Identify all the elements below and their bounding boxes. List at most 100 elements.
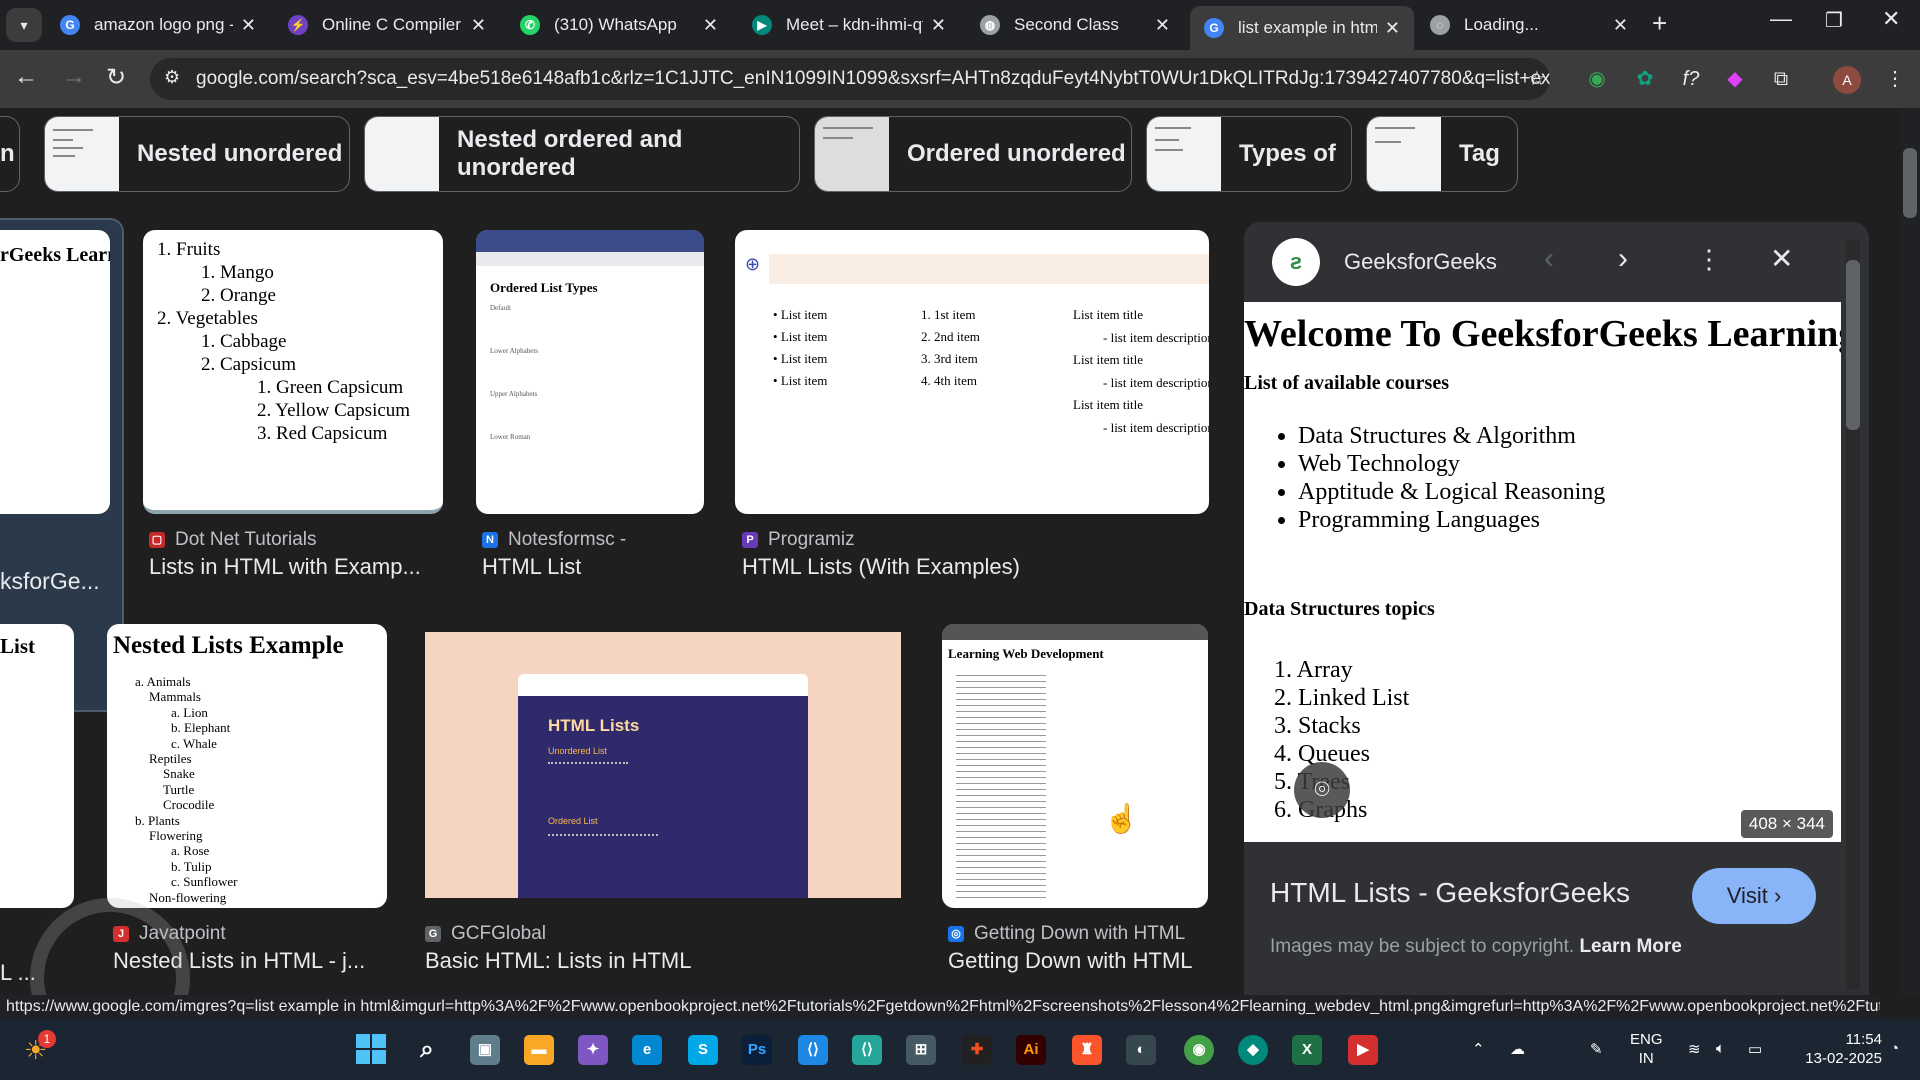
vscode-icon[interactable]: ⟨⟩ [798, 1035, 828, 1065]
reload-button[interactable]: ↻ [106, 63, 126, 92]
browser-tab[interactable]: ▶ Meet – kdn-ihmi-qtr ✕ [738, 6, 960, 44]
result-source[interactable]: N Notesformsc - [482, 529, 626, 551]
result-thumbnail-dotnet[interactable]: 1. Fruits 1. Mango 2. Orange 2. Vegetables 1… [143, 230, 443, 514]
result-thumbnail-geeksforgeeks[interactable]: rGeeks Learn [0, 230, 110, 514]
prev-image-icon[interactable]: ‹ [1544, 242, 1554, 276]
result-source[interactable]: G GCFGlobal [425, 923, 546, 945]
battery-icon[interactable]: ▭ [1748, 1040, 1762, 1058]
chip-nested-ordered-unordered[interactable]: Nested ordered and unordered [364, 116, 800, 192]
back-button[interactable]: ← [14, 63, 38, 91]
learn-more-link[interactable]: Learn More [1579, 936, 1681, 957]
result-thumbnail-partial[interactable]: List [0, 624, 74, 908]
browser-tab[interactable]: Glist example in html ✕ [1190, 6, 1414, 50]
excel-icon[interactable]: X [1292, 1035, 1322, 1065]
result-thumbnail-programiz[interactable]: ⊕ • List item • List item • List item • Lis… [735, 230, 1209, 514]
result-source[interactable]: ▢ Dot Net Tutorials [149, 529, 317, 551]
tab-close-icon[interactable]: ✕ [1155, 15, 1170, 36]
minimize-button[interactable]: — [1770, 6, 1792, 32]
result-thumbnail-gcfglobal[interactable]: HTML Lists Unordered List Ordered List [425, 632, 901, 898]
next-image-icon[interactable]: › [1618, 242, 1628, 276]
chip-partial[interactable]: n [0, 116, 20, 192]
edge-icon[interactable]: e [632, 1035, 662, 1065]
browser-tab[interactable]: ⚡ Online C Compiler - (✕ [274, 6, 500, 44]
panel-scrollbar[interactable] [1846, 240, 1860, 990]
chrome-icon[interactable]: ◉ [1184, 1035, 1214, 1065]
obs-icon[interactable]: ◐ [1126, 1035, 1156, 1065]
extension-eye-icon[interactable]: ◉ [1584, 66, 1610, 92]
menu-kebab-icon[interactable]: ⋮ [1882, 66, 1908, 92]
preview-image[interactable]: Welcome To GeeksforGeeks Learning List o… [1244, 302, 1841, 842]
wifi-icon[interactable]: ≋ [1688, 1040, 1701, 1058]
photoshop-icon[interactable]: Ps [742, 1035, 772, 1065]
chip-ordered-unordered[interactable]: Ordered unordered [814, 116, 1132, 192]
tab-close-icon[interactable]: ✕ [703, 15, 718, 36]
result-title[interactable]: Getting Down with HTML [948, 948, 1193, 974]
vpn-icon[interactable]: ◆ [1238, 1035, 1268, 1065]
result-thumbnail-notesformsc[interactable]: Ordered List Types Default Lower Alphabet… [476, 230, 704, 514]
restore-button[interactable]: ❐ [1825, 8, 1843, 33]
tab-close-icon[interactable]: ✕ [471, 15, 486, 36]
profile-avatar[interactable]: A [1833, 66, 1861, 94]
more-options-icon[interactable]: ⋮ [1696, 244, 1722, 275]
tab-close-icon[interactable]: ✕ [931, 15, 946, 36]
result-title[interactable]: HTML List [482, 554, 581, 580]
skype-icon[interactable]: S [688, 1035, 718, 1065]
panel-image-title[interactable]: HTML Lists - GeeksforGeeks [1270, 877, 1630, 909]
start-windows-icon[interactable] [356, 1034, 386, 1064]
extension-colorful-icon[interactable]: ◆ [1722, 66, 1748, 92]
extensions-puzzle-icon[interactable]: ⧉ [1768, 66, 1794, 92]
page-scrollbar[interactable] [1900, 108, 1920, 995]
result-source[interactable]: P Programiz [742, 529, 855, 551]
chip-nested-unordered[interactable]: Nested unordered [44, 116, 350, 192]
panel-header: ƨ GeeksforGeeks ‹ › ⋮ ✕ [1244, 222, 1869, 302]
list-line: a. Animals [135, 674, 191, 689]
onedrive-icon[interactable]: ☁ [1510, 1040, 1525, 1058]
tab-close-icon[interactable]: ✕ [1613, 15, 1628, 36]
browser-tab[interactable]: ◍ Second Class ✕ [966, 6, 1184, 44]
result-thumbnail-getting-down[interactable]: Learning Web Development [942, 624, 1208, 908]
dl-title: List item title [1073, 307, 1144, 322]
result-title[interactable]: Lists in HTML with Examp... [149, 554, 449, 580]
result-title[interactable]: HTML Lists (With Examples) [742, 554, 1020, 580]
browser-tab[interactable]: Gamazon logo png - G ✕ [46, 6, 270, 44]
recorder-icon[interactable]: ▶ [1348, 1035, 1378, 1065]
result-title[interactable]: ksforGe... [0, 568, 100, 595]
pen-icon[interactable]: ✎ [1590, 1040, 1603, 1058]
visit-button[interactable]: Visit › [1692, 868, 1816, 924]
search-icon[interactable]: ⌕ [412, 1035, 442, 1065]
extension-openai-icon[interactable]: ✿ [1632, 66, 1658, 92]
language-indicator[interactable]: ENG IN [1630, 1030, 1663, 1068]
close-panel-icon[interactable]: ✕ [1770, 242, 1793, 275]
task-view-icon[interactable]: ▣ [470, 1035, 500, 1065]
copilot-icon[interactable]: ✦ [578, 1035, 608, 1065]
brave-icon[interactable]: ♜ [1072, 1035, 1102, 1065]
address-bar[interactable]: ⚙ google.com/search?sca_esv=4be518e6148a… [150, 58, 1550, 100]
browser-tab[interactable]: ✆ (310) WhatsApp ✕ [506, 6, 732, 44]
illustrator-icon[interactable]: Ai [1016, 1035, 1046, 1065]
vscode-insiders-icon[interactable]: ⟨⟩ [852, 1035, 882, 1065]
result-title[interactable]: Basic HTML: Lists in HTML [425, 948, 692, 974]
tab-close-icon[interactable]: ✕ [241, 15, 256, 36]
result-source[interactable]: ◎ Getting Down with HTML [948, 923, 1185, 945]
lens-search-icon[interactable]: ⌾ [1294, 762, 1350, 818]
forward-button[interactable]: → [62, 63, 86, 91]
tab-search-button[interactable]: ▾ [6, 8, 42, 42]
volume-icon[interactable]: 🔈︎ [1716, 1040, 1725, 1057]
tab-close-icon[interactable]: ✕ [1385, 18, 1400, 39]
store-icon[interactable]: ⊞ [906, 1035, 936, 1065]
result-thumbnail-javatpoint[interactable]: Nested Lists Example a. Animals Mammals a.… [107, 624, 387, 908]
notifications-bell-icon[interactable]: ◔ [1890, 1040, 1899, 1057]
chip-tag[interactable]: Tag [1366, 116, 1518, 192]
file-explorer-icon[interactable]: ▬ [524, 1035, 554, 1065]
list-line: • List item [773, 351, 828, 366]
site-info-icon[interactable]: ⚙ [164, 67, 180, 88]
bookmark-star-icon[interactable]: ☆ [1524, 66, 1550, 92]
browser-tab[interactable]: ◌ Loading... ✕ [1416, 6, 1642, 44]
show-hidden-icons-icon[interactable]: ⌃ [1472, 1040, 1485, 1058]
new-tab-button[interactable]: + [1652, 8, 1667, 39]
close-window-button[interactable]: ✕ [1882, 6, 1900, 32]
clock[interactable]: 11:54 13-02-2025 [1790, 1030, 1882, 1068]
extension-formula-icon[interactable]: f? [1678, 66, 1704, 92]
chip-types-of[interactable]: Types of [1146, 116, 1352, 192]
figma-icon[interactable]: ✚ [962, 1035, 992, 1065]
